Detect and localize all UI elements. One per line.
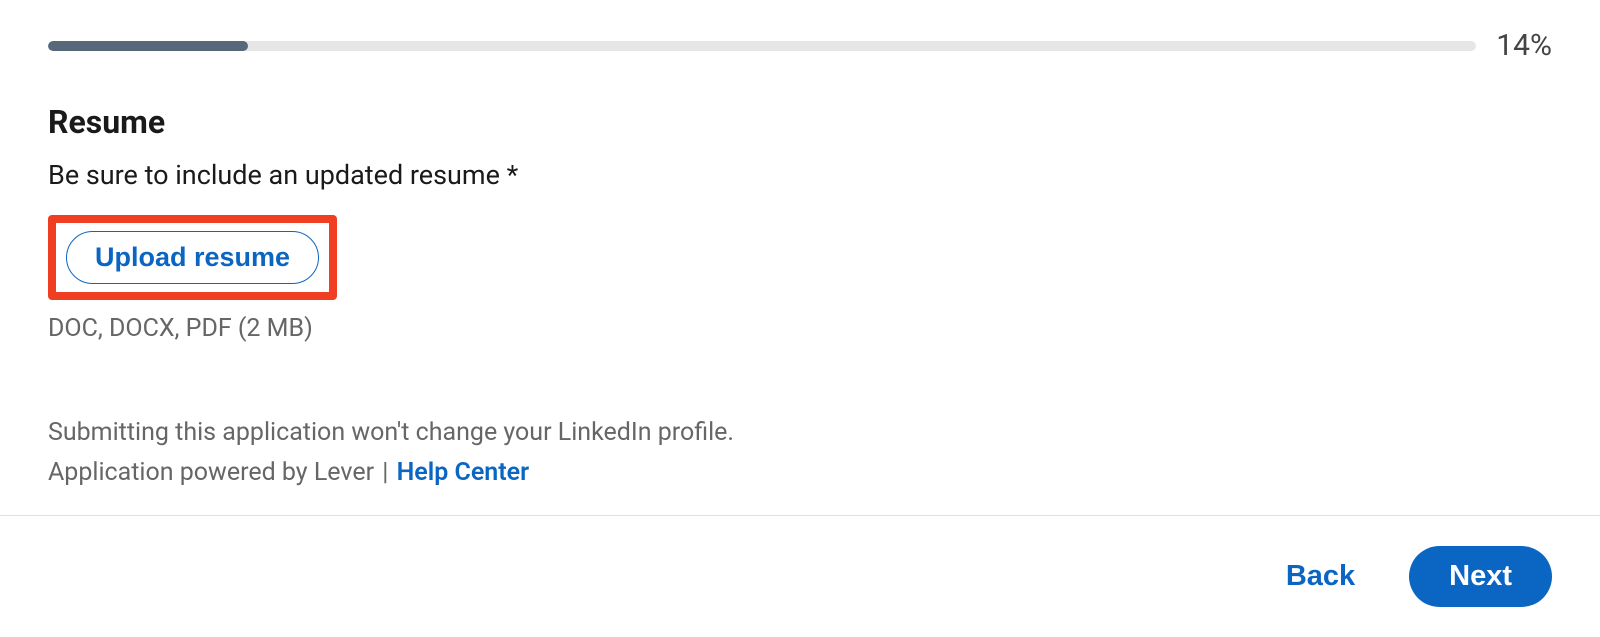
back-button[interactable]: Back (1262, 548, 1379, 605)
progress-container: 14% (0, 0, 1600, 63)
upload-resume-button[interactable]: Upload resume (66, 231, 319, 284)
progress-bar (48, 41, 1476, 51)
section-title: Resume (48, 103, 1552, 141)
footer-text: Submitting this application won't change… (48, 413, 1552, 493)
footer-note: Submitting this application won't change… (48, 413, 1552, 453)
file-type-hint: DOC, DOCX, PDF (2 MB) (48, 314, 1552, 343)
progress-fill (48, 41, 248, 51)
progress-percent-label: 14% (1496, 28, 1552, 63)
button-row: Back Next (0, 516, 1600, 637)
separator: | (374, 458, 397, 487)
help-center-link[interactable]: Help Center (397, 458, 530, 487)
next-button[interactable]: Next (1409, 546, 1552, 607)
powered-by-text: Application powered by Lever (48, 458, 374, 487)
section-subtitle: Be sure to include an updated resume * (48, 159, 1552, 191)
content-area: Resume Be sure to include an updated res… (0, 63, 1600, 493)
upload-highlight-box: Upload resume (48, 215, 337, 300)
